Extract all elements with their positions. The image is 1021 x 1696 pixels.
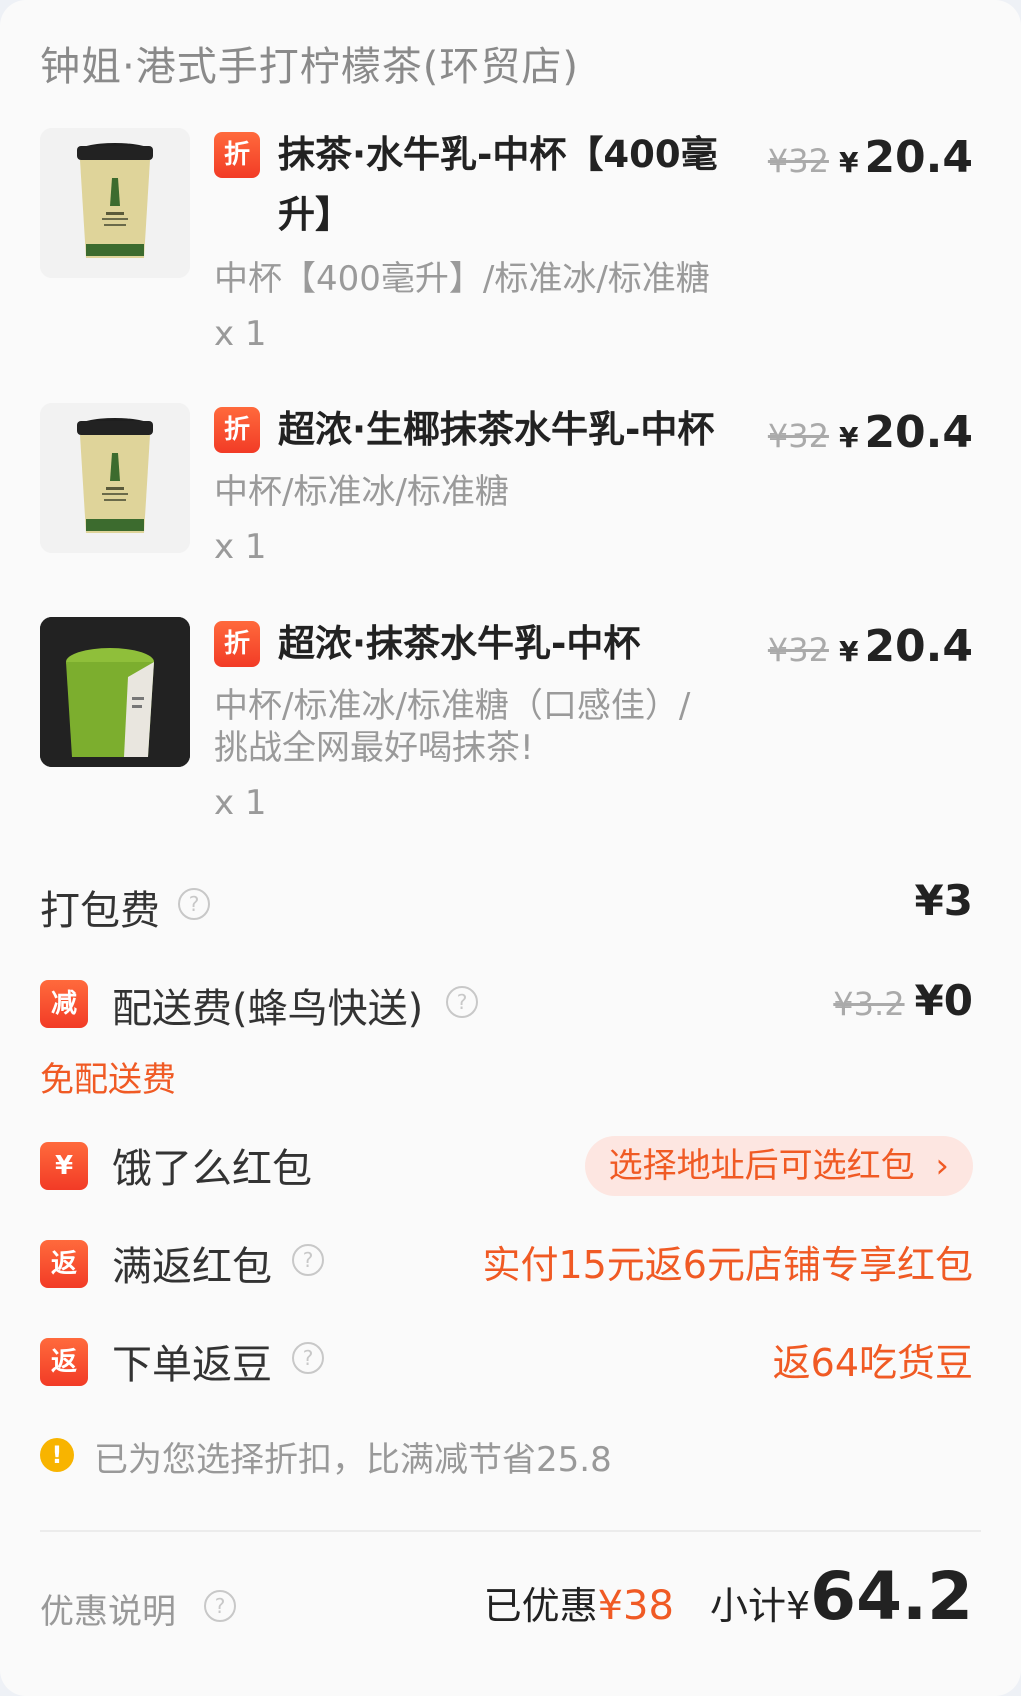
beans-label: 下单返豆 bbox=[112, 1342, 272, 1388]
free-delivery-note: 免配送费 bbox=[40, 1060, 176, 1100]
subtotal-label: 小计¥ bbox=[709, 1584, 811, 1628]
delivery-fee-label: 配送费(蜂鸟快送) bbox=[112, 986, 424, 1032]
currency-symbol: ¥ bbox=[838, 146, 859, 179]
subtotal-value: 64.2 bbox=[810, 1558, 973, 1635]
item-price: ¥32 ¥ 20.4 bbox=[768, 132, 973, 183]
help-icon[interactable]: ? bbox=[446, 986, 478, 1018]
totals: 已优惠 ¥38 小计¥ 64.2 bbox=[484, 1558, 973, 1635]
select-redpacket-button[interactable]: 选择地址后可选红包 › bbox=[584, 1136, 973, 1196]
saved-value: ¥38 bbox=[597, 1583, 674, 1629]
chevron-right-icon: › bbox=[935, 1146, 949, 1186]
product-thumbnail bbox=[40, 128, 190, 278]
return-badge: 返 bbox=[40, 1338, 88, 1386]
item-quantity: x 1 bbox=[214, 314, 267, 354]
product-thumbnail bbox=[40, 403, 190, 553]
help-icon[interactable]: ? bbox=[204, 1590, 236, 1622]
divider bbox=[40, 1530, 981, 1532]
help-icon[interactable]: ? bbox=[178, 888, 210, 920]
cashback-value: 实付15元返6元店铺专享红包 bbox=[482, 1243, 973, 1287]
discount-badge: 折 bbox=[214, 132, 260, 178]
original-price: ¥32 bbox=[767, 142, 829, 180]
redpacket-label: 饿了么红包 bbox=[112, 1146, 312, 1192]
delivery-fee-value: ¥0 bbox=[914, 976, 973, 1025]
original-price: ¥32 bbox=[767, 417, 829, 455]
current-price: 20.4 bbox=[864, 621, 973, 672]
order-card: 钟姐·港式手打柠檬茶(环贸店) 折 抹茶·水牛乳-中杯【400毫升】 中杯【40… bbox=[0, 0, 1021, 1696]
delivery-original-fee: ¥3.2 bbox=[833, 985, 905, 1023]
current-price: 20.4 bbox=[864, 407, 973, 458]
current-price: 20.4 bbox=[864, 132, 973, 183]
help-icon[interactable]: ? bbox=[292, 1244, 324, 1276]
item-price: ¥32 ¥ 20.4 bbox=[768, 407, 973, 458]
currency-symbol: ¥ bbox=[838, 421, 859, 454]
notice-text: 已为您选择折扣，比满减节省25.8 bbox=[94, 1440, 612, 1480]
currency-symbol: ¥ bbox=[838, 635, 859, 668]
packing-fee-label: 打包费 bbox=[40, 888, 160, 934]
cashback-label: 满返红包 bbox=[112, 1244, 272, 1290]
packing-fee-value: ¥3 bbox=[914, 876, 973, 925]
reduce-badge: 减 bbox=[40, 980, 88, 1028]
delivery-fee-price: ¥3.2 ¥0 bbox=[833, 976, 973, 1025]
item-spec: 中杯/标准冰/标准糖（口感佳）/挑战全网最好喝抹茶! bbox=[214, 686, 691, 768]
beans-value: 返64吃货豆 bbox=[772, 1341, 973, 1385]
original-price: ¥32 bbox=[767, 631, 829, 669]
discount-badge: 折 bbox=[214, 621, 260, 667]
item-name: 超浓·生椰抹茶水牛乳-中杯 bbox=[278, 408, 715, 451]
item-quantity: x 1 bbox=[214, 527, 267, 567]
discount-info-link[interactable]: 优惠说明 bbox=[40, 1584, 176, 1633]
discount-badge: 折 bbox=[214, 407, 260, 453]
item-price: ¥32 ¥ 20.4 bbox=[768, 621, 973, 672]
select-redpacket-label: 选择地址后可选红包 bbox=[608, 1146, 915, 1186]
product-thumbnail bbox=[40, 617, 190, 767]
saved-label: 已优惠 bbox=[483, 1584, 598, 1628]
item-name: 超浓·抹茶水牛乳-中杯 bbox=[278, 622, 641, 665]
item-spec: 中杯/标准冰/标准糖 bbox=[214, 472, 509, 512]
return-badge: 返 bbox=[40, 1240, 88, 1288]
item-spec: 中杯【400毫升】/标准冰/标准糖 bbox=[214, 259, 710, 299]
item-quantity: x 1 bbox=[214, 783, 267, 823]
warning-icon: ! bbox=[40, 1438, 74, 1472]
yen-badge: ¥ bbox=[40, 1142, 88, 1190]
store-name[interactable]: 钟姐·港式手打柠檬茶(环贸店) bbox=[40, 34, 579, 92]
item-name: 抹茶·水牛乳-中杯【400毫升】 bbox=[278, 133, 718, 236]
help-icon[interactable]: ? bbox=[292, 1342, 324, 1374]
